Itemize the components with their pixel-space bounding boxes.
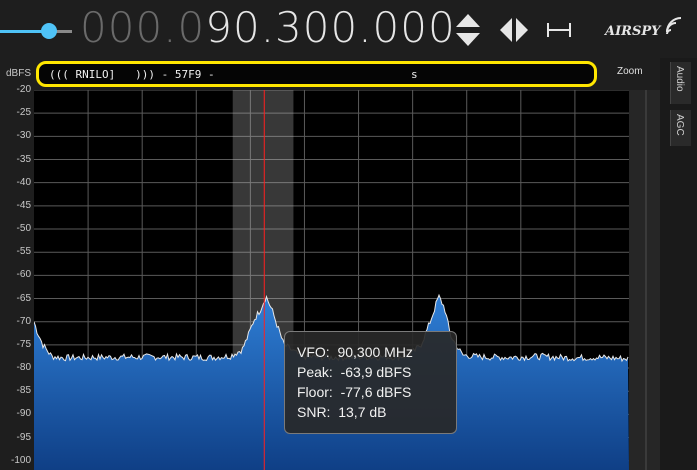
y-tick-label: -90: [16, 408, 31, 420]
airspy-logo: AIRSPY: [605, 17, 683, 44]
span-width-icon[interactable]: [546, 20, 572, 40]
y-tick-label: -45: [16, 199, 31, 211]
tooltip-peak: Peak: -63,9 dBFS: [297, 364, 412, 380]
signal-tooltip: VFO: 90,300 MHz Peak: -63,9 dBFS Floor: …: [284, 331, 457, 434]
tooltip-vfo: VFO: 90,300 MHz: [297, 344, 413, 360]
volume-slider-knob[interactable]: [41, 23, 57, 39]
zoom-label: Zoom: [617, 66, 643, 77]
frequency-display[interactable]: 000.090.300.000: [80, 4, 456, 52]
rds-info-bar: ((( RNILO] ))) - 57F9 - s: [36, 61, 597, 87]
y-tick-label: -55: [16, 246, 31, 258]
tab-audio-label: Audio: [674, 66, 685, 92]
y-tick-label: -30: [16, 130, 31, 142]
top-toolbar: 000.090.300.000 AIRSPY: [0, 0, 697, 58]
frequency-leading-digits[interactable]: 000.0: [80, 3, 205, 52]
y-tick-label: -25: [16, 107, 31, 119]
logo-text: AIRSPY: [605, 24, 661, 39]
dbfs-unit-label: dBFS: [6, 68, 32, 79]
tooltip-floor: Floor: -77,6 dBFS: [297, 384, 412, 400]
rds-text: ((( RNILO] ))) - 57F9 -: [49, 68, 215, 81]
y-tick-label: -50: [16, 223, 31, 235]
y-tick-label: -40: [16, 176, 31, 188]
frequency-digits[interactable]: 90.300.000: [205, 3, 455, 52]
up-down-arrows-icon[interactable]: [454, 12, 482, 48]
y-tick-label: -65: [16, 292, 31, 304]
tooltip-snr: SNR: 13,7 dB: [297, 404, 387, 420]
y-tick-label: -35: [16, 153, 31, 165]
y-tick-label: -85: [16, 385, 31, 397]
y-tick-label: -60: [16, 269, 31, 281]
y-tick-label: -75: [16, 338, 31, 350]
radio-waves-icon: [666, 17, 682, 35]
tab-audio[interactable]: Audio: [670, 62, 691, 104]
left-right-arrows-icon[interactable]: [498, 16, 530, 44]
y-tick-label: -70: [16, 315, 31, 327]
tab-agc[interactable]: AGC: [670, 110, 691, 146]
y-tick-label: -95: [16, 431, 31, 443]
tab-agc-label: AGC: [674, 114, 685, 136]
rds-trailing-text: s: [411, 68, 418, 81]
y-tick-label: -80: [16, 362, 31, 374]
y-tick-label: -100: [10, 454, 31, 466]
y-tick-label: -20: [16, 84, 31, 95]
zoom-slider-track[interactable]: [645, 90, 647, 470]
